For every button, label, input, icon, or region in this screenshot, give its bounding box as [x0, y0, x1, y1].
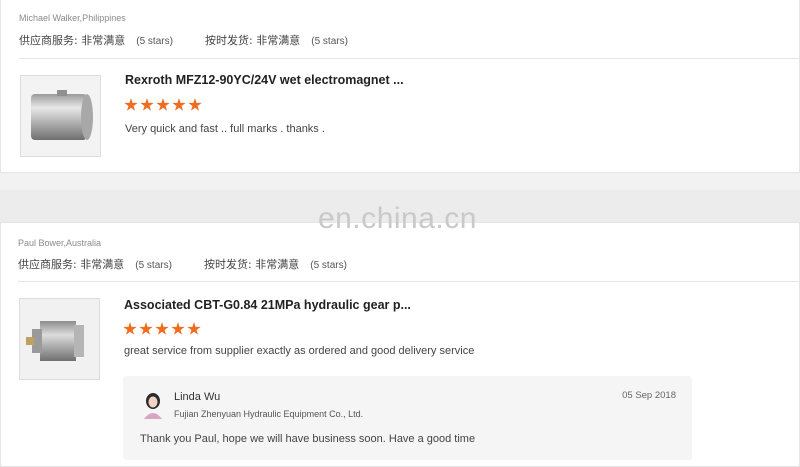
product-thumbnail[interactable] — [20, 75, 101, 157]
star-icon — [156, 98, 170, 111]
rating-breakdown: 供应商服务: 非常满意 (5 stars) 按时发货: 非常满意 (5 star… — [19, 32, 348, 48]
reviewer-name: Michael Walker,Philippines — [19, 13, 126, 23]
supplier-reply: Linda Wu Fujian Zhenyuan Hydraulic Equip… — [123, 376, 692, 460]
reply-author-name: Linda Wu — [174, 391, 221, 403]
ontime-delivery-stars: (5 stars) — [311, 36, 348, 47]
star-icon — [171, 322, 185, 335]
supplier-service-stars: (5 stars) — [135, 260, 172, 271]
divider — [19, 58, 799, 59]
star-rating — [123, 322, 203, 337]
reply-date: 05 Sep 2018 — [622, 390, 676, 401]
reply-message: Thank you Paul, hope we will have busine… — [140, 433, 476, 445]
rating-breakdown: 供应商服务: 非常满意 (5 stars) 按时发货: 非常满意 (5 star… — [18, 256, 347, 272]
review-card: Michael Walker,Philippines 供应商服务: 非常满意 (… — [0, 0, 800, 173]
star-icon — [139, 322, 153, 335]
star-rating — [124, 98, 204, 113]
electromagnet-image — [21, 76, 100, 156]
star-icon — [123, 322, 137, 335]
ontime-delivery-stars: (5 stars) — [310, 260, 347, 271]
ontime-delivery-label: 按时发货: 非常满意 — [204, 258, 300, 271]
avatar — [141, 391, 165, 419]
product-title-link[interactable]: Associated CBT-G0.84 21MPa hydraulic gea… — [124, 298, 411, 312]
star-icon — [172, 98, 186, 111]
reviewer-name: Paul Bower,Australia — [18, 238, 102, 248]
star-icon — [124, 98, 138, 111]
review-comment: great service from supplier exactly as o… — [124, 345, 475, 357]
supplier-service-label: 供应商服务: 非常满意 — [19, 34, 126, 47]
product-title-link[interactable]: Rexroth MFZ12-90YC/24V wet electromagnet… — [125, 73, 404, 87]
star-icon — [155, 322, 169, 335]
review-comment: Very quick and fast .. full marks . than… — [125, 123, 325, 135]
watermark: en.china.cn — [318, 202, 477, 235]
supplier-service-stars: (5 stars) — [136, 36, 173, 47]
product-thumbnail[interactable] — [19, 298, 100, 380]
ontime-delivery-label: 按时发货: 非常满意 — [205, 34, 301, 47]
gear-pump-image — [20, 299, 99, 379]
supplier-service-label: 供应商服务: 非常满意 — [18, 258, 125, 271]
star-icon — [187, 322, 201, 335]
divider — [18, 281, 800, 282]
star-icon — [140, 98, 154, 111]
star-icon — [188, 98, 202, 111]
reply-company: Fujian Zhenyuan Hydraulic Equipment Co.,… — [174, 409, 364, 419]
